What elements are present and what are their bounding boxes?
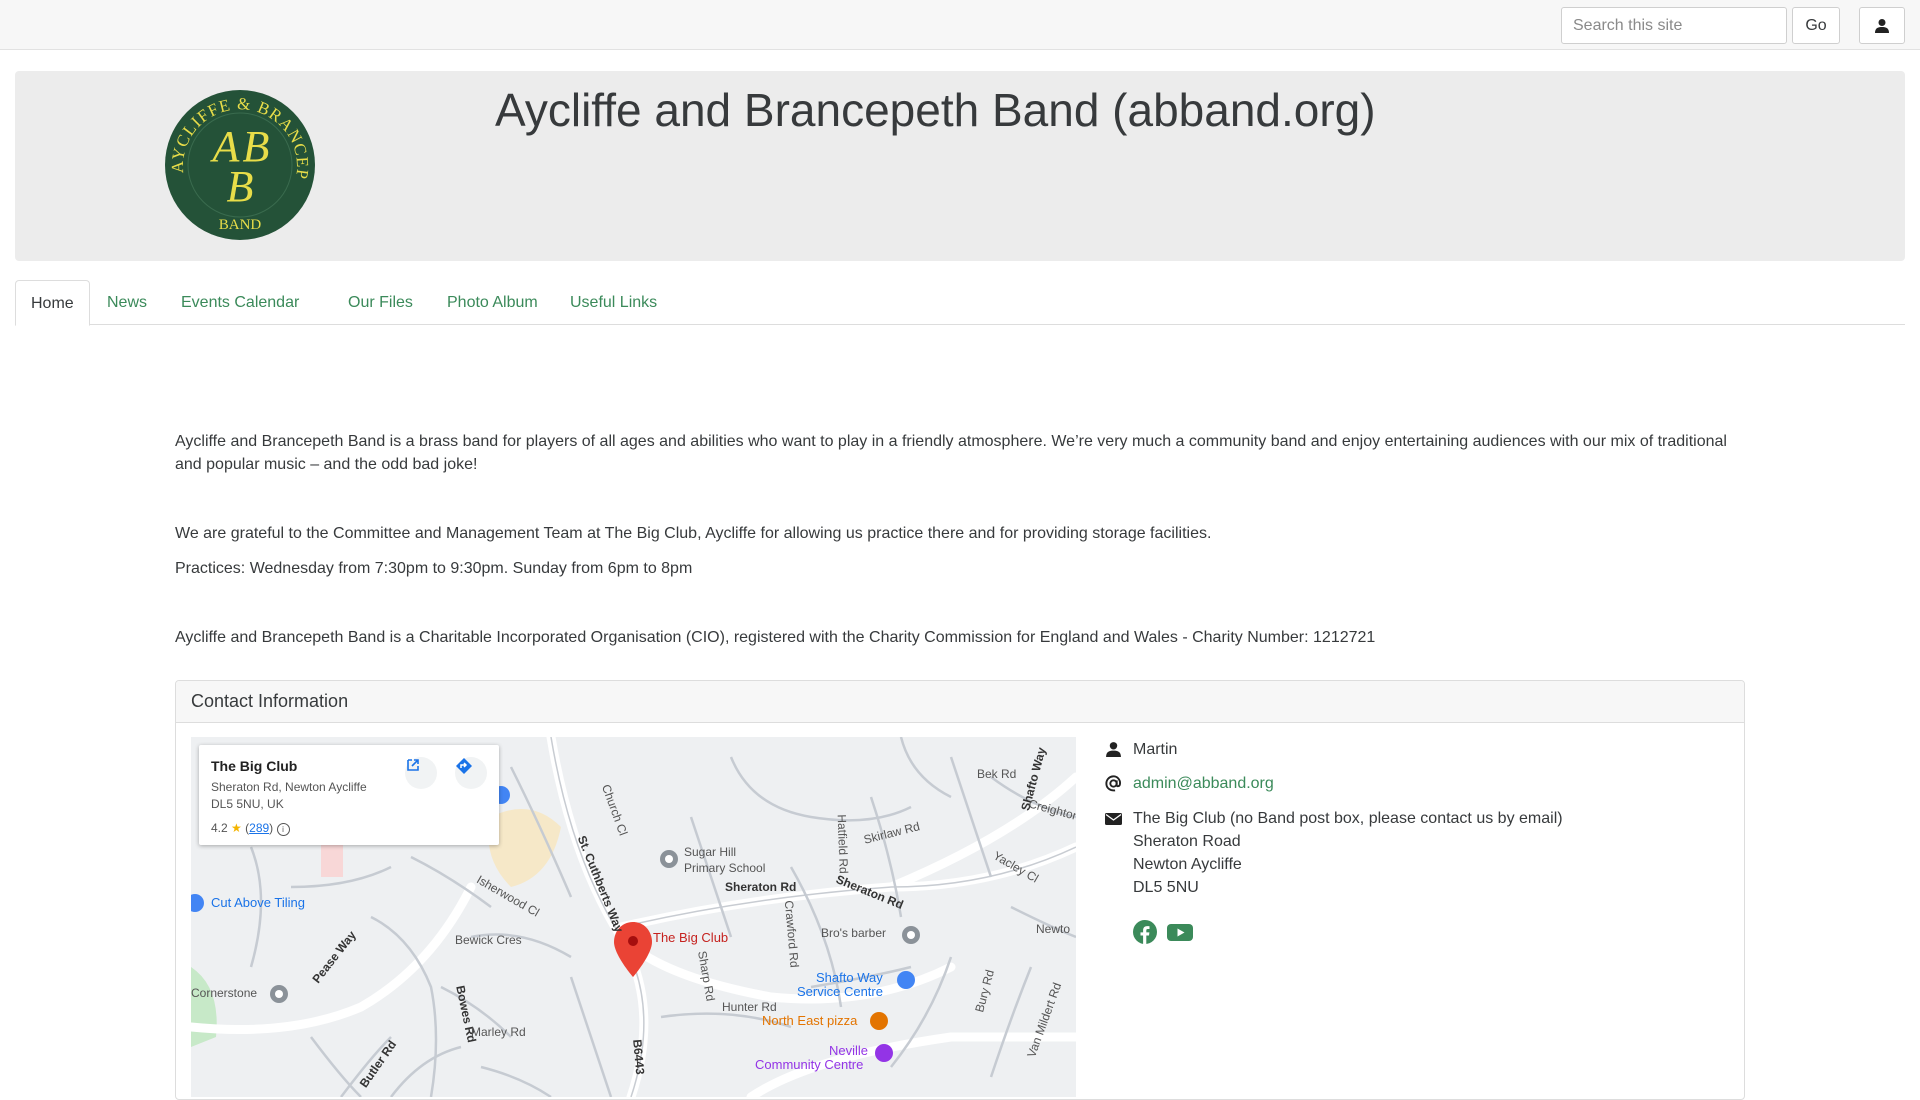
map-label-north-east-pizza: North East pizza (762, 1013, 858, 1028)
envelope-icon (1105, 812, 1122, 825)
social-links (1133, 920, 1193, 944)
contact-card-header: Contact Information (176, 681, 1744, 723)
map-label-b6443: B6443 (630, 1038, 648, 1076)
intro-paragraph: Aycliffe and Brancepeth Band is a brass … (175, 433, 1727, 473)
map-place-card[interactable]: The Big Club Sheraton Rd, Newton Aycliff… (199, 745, 499, 845)
map-label-pin: The Big Club (653, 930, 729, 945)
svg-text:BAND: BAND (219, 217, 262, 233)
map-label-hunter: Hunter Rd (722, 1000, 777, 1014)
youtube-icon[interactable] (1167, 920, 1193, 944)
external-link-icon (407, 759, 419, 771)
embedded-map[interactable]: The Big Club Sugar Hill Primary School S… (191, 737, 1076, 1097)
svg-text:B: B (227, 162, 254, 211)
place-address-line-2: DL5 5NU, UK (211, 797, 284, 811)
address-line: Newton Aycliffe (1133, 856, 1242, 873)
site-title: Aycliffe and Brancepeth Band (abband.org… (495, 84, 1376, 136)
map-label-community-centre: Community Centre (755, 1057, 864, 1072)
search-input[interactable] (1561, 7, 1787, 44)
map-label-sugar-hill-school: Primary School (684, 861, 766, 875)
tab-useful-links[interactable]: Useful Links (555, 280, 672, 325)
map-label-hatfield: Hatfield Rd (834, 814, 851, 874)
contact-name-row: Martin (1105, 738, 1177, 761)
go-button[interactable]: Go (1792, 7, 1840, 44)
band-logo[interactable]: AYCLIFFE & BRANCEPETH BAND A B B (164, 89, 316, 241)
at-sign-icon (1105, 775, 1121, 792)
map-label-marley: Marley Rd (471, 1025, 526, 1039)
practices-paragraph: Practices: Wednesday from 7:30pm to 9:30… (175, 560, 693, 577)
map-label-bros-barber: Bro's barber (821, 926, 886, 940)
contact-address-row: The Big Club (no Band post box, please c… (1105, 807, 1563, 899)
tab-our-files[interactable]: Our Files (333, 280, 428, 325)
tab-news[interactable]: News (92, 280, 162, 325)
user-menu-button[interactable] (1859, 7, 1905, 44)
contact-email-link[interactable]: admin@abband.org (1133, 772, 1274, 795)
directions-icon (456, 758, 472, 774)
top-navbar: Go (0, 0, 1920, 50)
contact-name: Martin (1133, 741, 1178, 758)
site-banner: AYCLIFFE & BRANCEPETH BAND A B B Aycliff… (15, 71, 1905, 261)
map-label-bek: Bek Rd (977, 767, 1017, 781)
map-label-neville: Neville (829, 1043, 869, 1058)
tab-events-calendar[interactable]: Events Calendar (166, 280, 314, 325)
open-in-maps-button[interactable] (405, 757, 437, 789)
place-address-line-1: Sheraton Rd, Newton Aycliffe (211, 780, 367, 794)
tab-photo-album[interactable]: Photo Album (432, 280, 553, 325)
contact-address: The Big Club (no Band post box, please c… (1133, 807, 1563, 899)
map-label-newton: Newto (1036, 922, 1071, 936)
review-count-link[interactable]: 289 (249, 821, 269, 835)
address-line: DL5 5NU (1133, 879, 1199, 896)
directions-button[interactable] (455, 757, 487, 789)
map-label-cornerstone: Cornerstone (191, 986, 258, 1000)
star-icon: ★ (231, 821, 242, 835)
facebook-icon[interactable] (1133, 920, 1157, 944)
map-label-sheraton-rd: Sheraton Rd (725, 880, 797, 894)
thanks-paragraph: We are grateful to the Committee and Man… (175, 525, 1212, 542)
primary-nav: Home News Events Calendar Our Files Phot… (15, 280, 1905, 326)
tab-home[interactable]: Home (15, 280, 90, 326)
map-label-shafto-way: Shafto Way (816, 970, 883, 985)
charity-paragraph: Aycliffe and Brancepeth Band is a Charit… (175, 629, 1376, 646)
map-label-service-centre: Service Centre (797, 984, 883, 999)
user-icon (1875, 18, 1889, 33)
map-label-sugar-hill: Sugar Hill (684, 845, 737, 859)
address-line: Sheraton Road (1133, 833, 1241, 850)
map-label-bewick-cres: Bewick Cres (455, 933, 522, 947)
map-label-cut-above: Cut Above Tiling (211, 895, 305, 910)
info-icon[interactable]: i (276, 823, 290, 836)
contact-email-row: admin@abband.org (1105, 772, 1274, 795)
place-rating: 4.2 ★ (289) i (211, 821, 290, 836)
user-icon (1106, 742, 1121, 757)
address-line: The Big Club (no Band post box, please c… (1133, 810, 1563, 827)
place-name: The Big Club (211, 758, 298, 774)
